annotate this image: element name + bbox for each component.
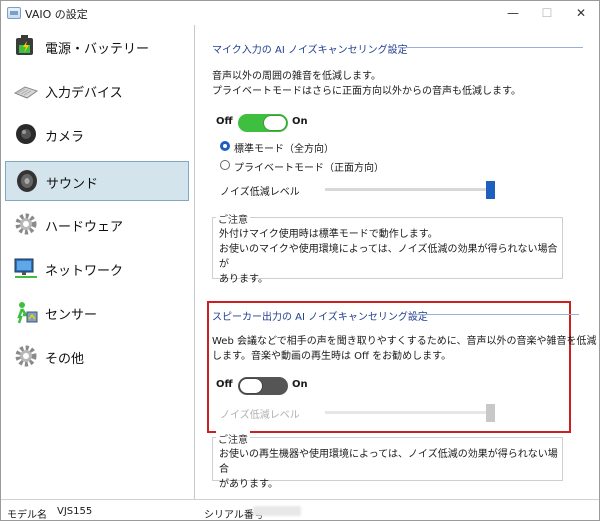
sidebar-item-camera[interactable]: カメラ xyxy=(5,115,189,155)
speaker-section-title: スピーカー出力の AI ノイズキャンセリング設定 xyxy=(212,312,428,323)
sidebar-item-input-devices[interactable]: 入力デバイス xyxy=(5,71,189,111)
mic-slider-label: ノイズ低減レベル xyxy=(220,187,300,198)
mic-noise-slider-track[interactable] xyxy=(325,188,495,191)
sidebar-item-sound[interactable]: サウンド xyxy=(5,161,189,201)
serial-number-redacted xyxy=(253,506,301,516)
statusbar-divider xyxy=(1,499,599,500)
sidebar-item-label: 電源・バッテリー xyxy=(45,42,150,57)
camera-icon xyxy=(16,124,36,144)
maximize-button[interactable]: ☐ xyxy=(528,1,566,25)
model-name-value: VJS155 xyxy=(57,506,93,517)
sidebar-item-hardware[interactable]: ハードウェア xyxy=(5,205,189,245)
network-icon xyxy=(14,258,37,278)
settings-window: VAIO の設定 — ☐ ✕ 電源・バッテリー 入力デバイス カメラ サウンド … xyxy=(0,0,600,521)
radio-button[interactable] xyxy=(220,141,230,151)
mic-note-title: ご注意 xyxy=(216,211,250,226)
toggle-on-label: On xyxy=(292,116,308,127)
model-name-label: モデル名 xyxy=(7,510,47,521)
radio-private-mode[interactable]: プライベートモード（正面方向） xyxy=(220,159,440,174)
sidebar-item-other[interactable]: その他 xyxy=(5,337,189,377)
sidebar-item-network[interactable]: ネットワーク xyxy=(5,249,189,289)
sound-settings-panel: マイク入力の AI ノイズキャンセリング設定 音声以外の周囲の雑音を低減します。… xyxy=(195,25,599,499)
window-title: VAIO の設定 xyxy=(25,8,88,21)
speaker-note-text: お使いの再生機器や使用環境によっては、ノイズ低減の効果が得られない場合 がありま… xyxy=(219,449,558,490)
radio-standard-mode[interactable]: 標準モード（全方向） xyxy=(220,140,420,155)
close-button[interactable]: ✕ xyxy=(562,1,600,25)
gear-icon xyxy=(15,213,37,235)
radio-button[interactable] xyxy=(220,160,230,170)
toggle-knob[interactable] xyxy=(263,115,287,131)
mic-section-title: マイク入力の AI ノイズキャンセリング設定 xyxy=(212,45,408,56)
speaker-noise-slider-track xyxy=(325,411,495,414)
keyboard-icon xyxy=(13,86,39,99)
mic-note-text: 外付けマイク使用時は標準モードで動作します。 お使いのマイクや使用環境によっては… xyxy=(219,229,558,285)
sidebar-item-label: 入力デバイス xyxy=(45,86,123,101)
sidebar-item-power[interactable]: 電源・バッテリー xyxy=(5,27,189,67)
sidebar-item-sensor[interactable]: センサー xyxy=(5,293,189,333)
mic-section-rule xyxy=(403,47,583,48)
speaker-icon xyxy=(17,170,37,192)
speaker-description: Web 会議などで相手の声を聞き取りやすくするために、音声以外の音楽や雑音を低減… xyxy=(212,336,597,362)
mic-description: 音声以外の周囲の雑音を低減します。 プライベートモードはさらに正面方向以外からの… xyxy=(212,71,521,97)
battery-icon xyxy=(16,35,33,55)
speaker-noise-toggle[interactable]: Off On xyxy=(216,377,326,395)
sidebar-item-label: ハードウェア xyxy=(45,220,124,235)
sensor-icon xyxy=(17,302,38,324)
mic-note-box: ご注意 外付けマイク使用時は標準モードで動作します。 お使いのマイクや使用環境に… xyxy=(212,211,563,285)
sidebar-item-label: カメラ xyxy=(45,130,85,145)
speaker-noise-slider-thumb xyxy=(486,404,495,422)
toggle-track[interactable] xyxy=(238,377,288,395)
speaker-section-rule xyxy=(413,314,579,315)
toggle-track[interactable] xyxy=(238,114,288,132)
toggle-off-label: Off xyxy=(216,379,233,390)
app-icon xyxy=(7,7,21,19)
sidebar-item-label: センサー xyxy=(45,308,98,323)
toggle-on-label: On xyxy=(292,379,308,390)
gear-icon xyxy=(15,345,37,367)
sidebar-item-label: その他 xyxy=(45,352,85,367)
speaker-slider-label: ノイズ低減レベル xyxy=(220,410,300,421)
minimize-button[interactable]: — xyxy=(494,1,532,25)
sidebar-item-label: サウンド xyxy=(46,177,99,192)
mic-noise-slider-thumb[interactable] xyxy=(486,181,495,199)
sidebar-item-label: ネットワーク xyxy=(45,264,124,279)
mic-noise-toggle[interactable]: Off On xyxy=(216,114,326,132)
toggle-off-label: Off xyxy=(216,116,233,127)
sidebar: 電源・バッテリー 入力デバイス カメラ サウンド ハードウェア ネットワーク セ… xyxy=(1,25,194,499)
toggle-knob[interactable] xyxy=(239,378,263,394)
speaker-note-box: ご注意 お使いの再生機器や使用環境によっては、ノイズ低減の効果が得られない場合 … xyxy=(212,431,563,490)
speaker-note-title: ご注意 xyxy=(216,431,250,446)
title-bar: VAIO の設定 — ☐ ✕ xyxy=(1,1,599,25)
